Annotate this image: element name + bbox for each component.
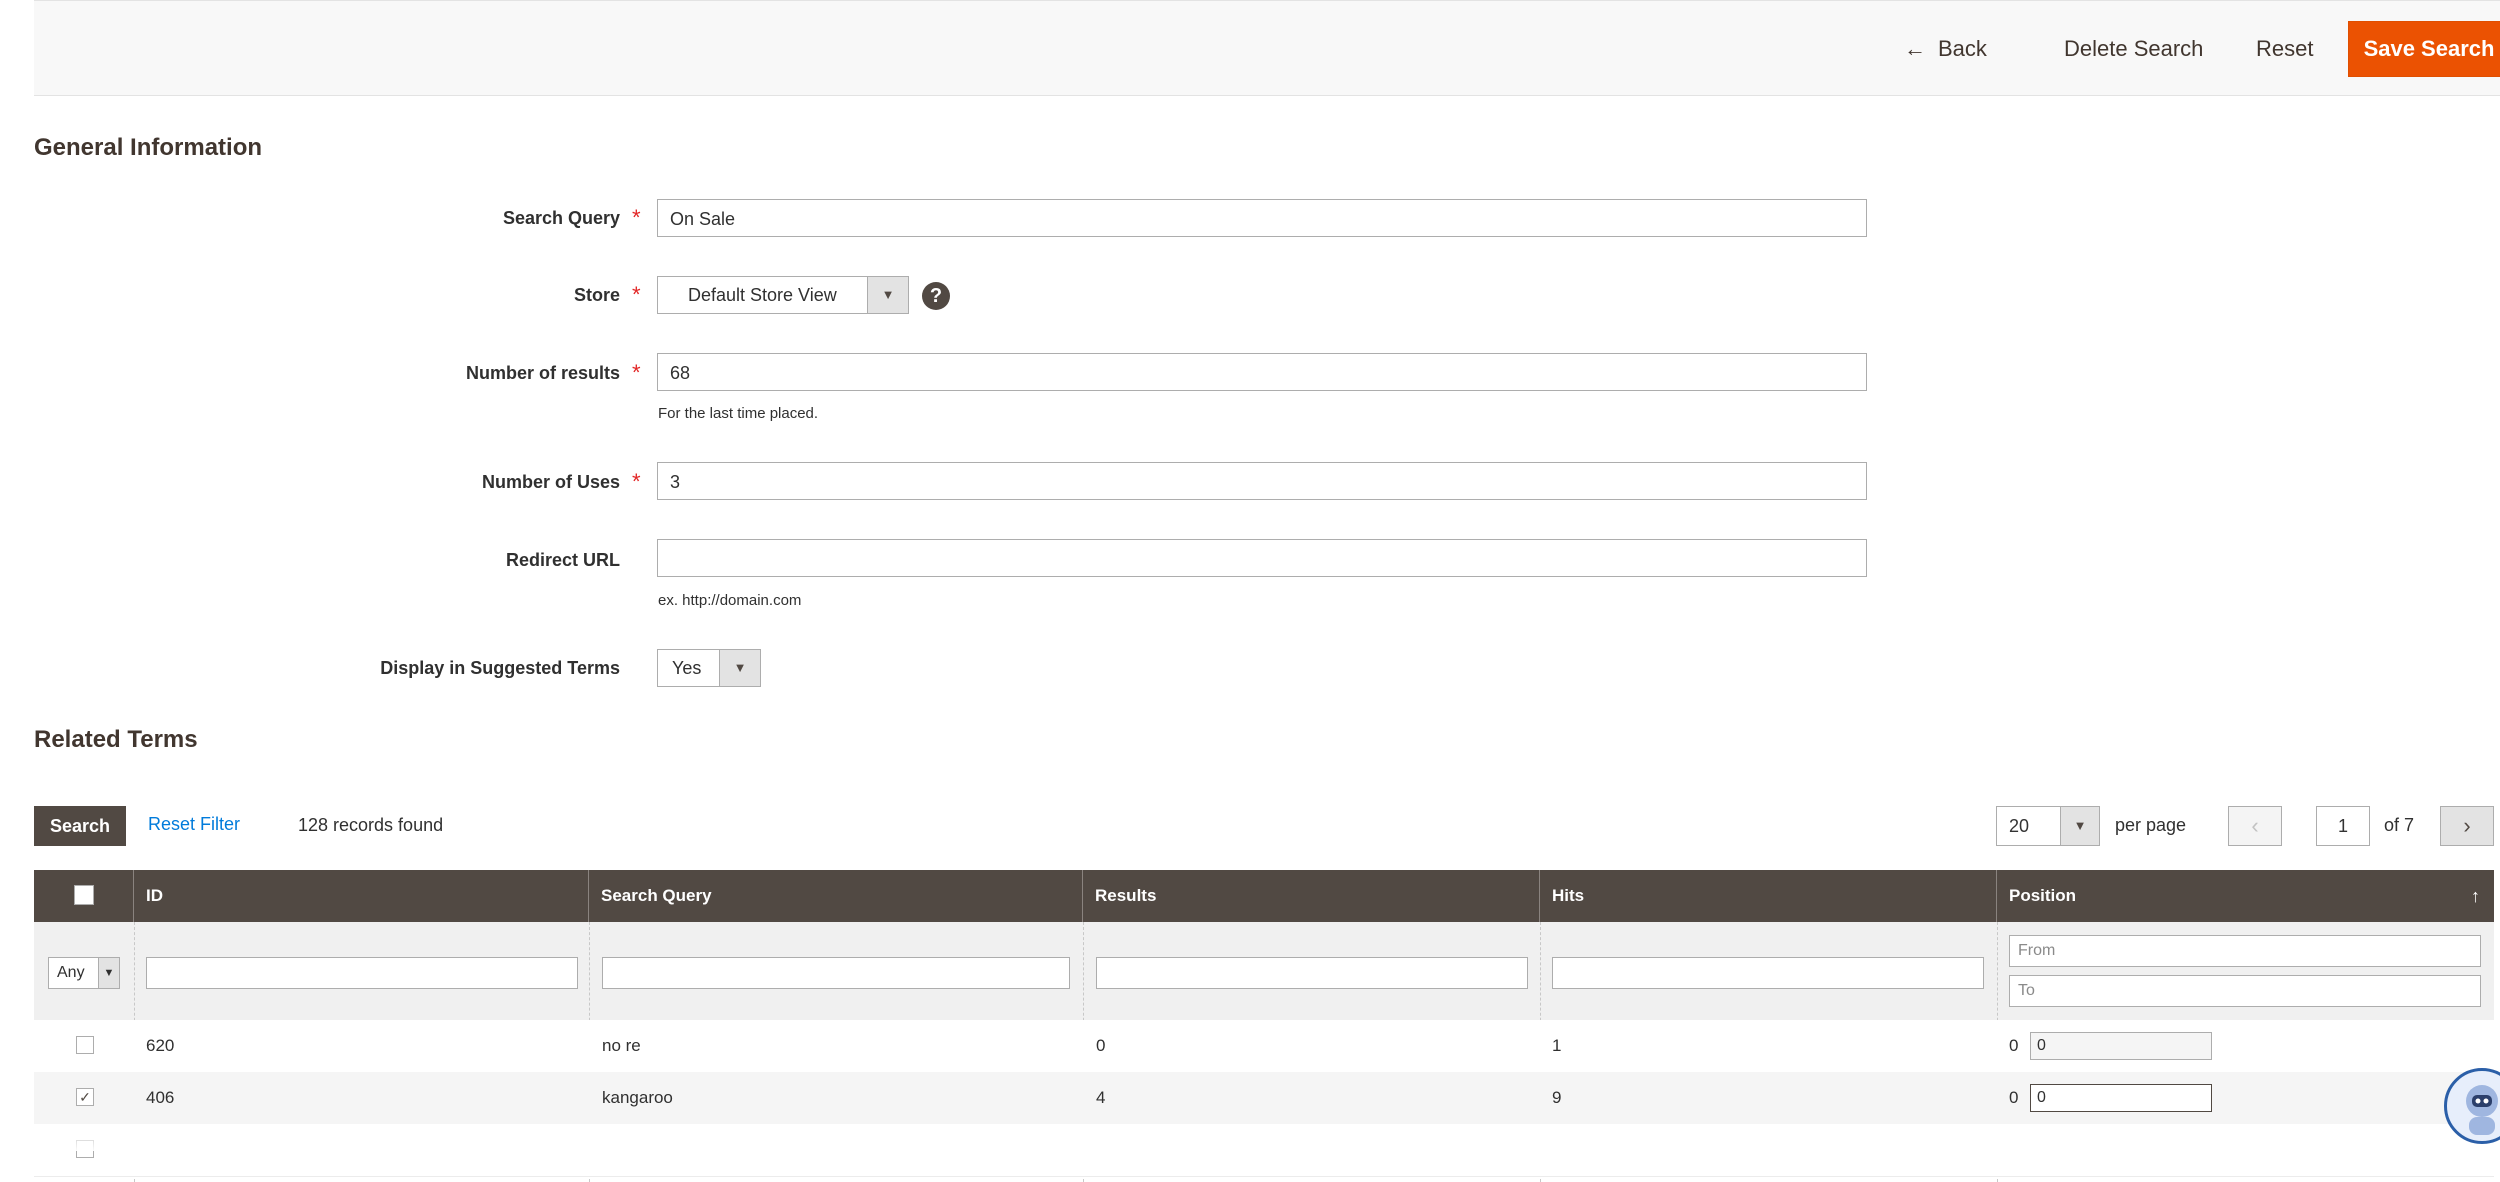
row-results: 0 bbox=[1096, 1036, 1106, 1055]
required-marker: * bbox=[632, 205, 641, 230]
position-to-input[interactable]: To bbox=[2009, 975, 2481, 1007]
column-header-hits[interactable]: Hits bbox=[1540, 870, 1997, 922]
store-select[interactable]: Default Store View ▼ bbox=[657, 276, 909, 314]
number-of-results-note: For the last time placed. bbox=[658, 405, 819, 422]
save-search-button[interactable]: Save Search bbox=[2348, 21, 2500, 77]
number-of-uses-label: Number of Uses bbox=[481, 472, 620, 492]
required-marker: * bbox=[632, 360, 641, 385]
records-found: 128 records found bbox=[298, 815, 444, 835]
help-icon[interactable]: ? bbox=[922, 282, 950, 310]
required-marker: * bbox=[632, 282, 641, 307]
redirect-url-input[interactable] bbox=[657, 539, 1867, 577]
number-of-uses-input[interactable]: 3 bbox=[657, 462, 1867, 500]
chevron-left-icon: ‹ bbox=[2251, 813, 2259, 838]
related-terms-title: Related Terms bbox=[34, 726, 198, 753]
search-query-label: Search Query bbox=[502, 208, 620, 228]
next-page-button[interactable]: › bbox=[2440, 806, 2494, 846]
results-filter-input[interactable] bbox=[1096, 957, 1528, 989]
table-row[interactable]: 620 no re 0 1 0 0 bbox=[34, 1020, 2494, 1073]
number-of-results-input[interactable]: 68 bbox=[657, 353, 1867, 391]
chevron-down-icon: ▼ bbox=[98, 958, 119, 988]
grid-filter-row: Any ▼ From To bbox=[34, 922, 2494, 1021]
per-page-label: per page bbox=[2115, 815, 2187, 835]
related-terms-grid: ID Search Query Results Hits Position ↑ … bbox=[34, 870, 2494, 1182]
select-all-cell bbox=[34, 870, 134, 922]
store-label: Store bbox=[573, 285, 620, 305]
row-hits: 9 bbox=[1552, 1088, 1562, 1107]
chevron-right-icon: › bbox=[2463, 813, 2471, 838]
hits-filter-input[interactable] bbox=[1552, 957, 1984, 989]
chevron-down-icon: ▼ bbox=[719, 650, 760, 686]
per-page-select[interactable]: 20 ▼ bbox=[1996, 806, 2100, 846]
column-header-position[interactable]: Position ↑ bbox=[1997, 870, 2494, 922]
row-checkbox[interactable]: ✓ bbox=[76, 1088, 94, 1106]
required-marker: * bbox=[632, 469, 641, 494]
table-row[interactable]: ✓ 406 kangaroo 4 9 0 0 bbox=[34, 1072, 2494, 1125]
row-id: 620 bbox=[146, 1036, 175, 1055]
previous-page-button[interactable]: ‹ bbox=[2228, 806, 2282, 846]
display-suggested-select[interactable]: Yes ▼ bbox=[657, 649, 761, 687]
number-of-results-label: Number of results bbox=[465, 363, 620, 383]
row-position-input[interactable]: 0 bbox=[2030, 1032, 2212, 1060]
row-results: 4 bbox=[1096, 1088, 1106, 1107]
scroll-fade bbox=[0, 1128, 2500, 1151]
search-query-filter-input[interactable] bbox=[602, 957, 1070, 989]
redirect-url-note: ex. http://domain.com bbox=[658, 592, 802, 609]
row-position-input[interactable]: 0 bbox=[2030, 1084, 2212, 1112]
general-information-title: General Information bbox=[34, 134, 263, 161]
select-all-checkbox[interactable] bbox=[74, 885, 94, 905]
chevron-down-icon: ▼ bbox=[2060, 807, 2099, 845]
row-search-query: kangaroo bbox=[602, 1088, 673, 1107]
row-position-text: 0 bbox=[2009, 1088, 2019, 1107]
column-header-results[interactable]: Results bbox=[1083, 870, 1540, 922]
total-pages-label: of 7 bbox=[2384, 815, 2415, 835]
row-position-text: 0 bbox=[2009, 1036, 2019, 1055]
row-id: 406 bbox=[146, 1088, 175, 1107]
in-selection-filter[interactable]: Any ▼ bbox=[48, 957, 120, 989]
search-query-input[interactable]: On Sale bbox=[657, 199, 1867, 237]
grid-header-row: ID Search Query Results Hits Position ↑ bbox=[34, 870, 2494, 922]
reset-filter-link[interactable]: Reset Filter bbox=[148, 814, 240, 835]
position-from-input[interactable]: From bbox=[2009, 935, 2481, 967]
column-header-search-query[interactable]: Search Query bbox=[589, 870, 1083, 922]
page-actions-bar: ← Back Delete Search Reset Save Search bbox=[34, 0, 2500, 96]
row-checkbox[interactable] bbox=[76, 1036, 94, 1054]
display-suggested-label: Display in Suggested Terms bbox=[380, 658, 620, 678]
redirect-url-label: Redirect URL bbox=[505, 550, 620, 570]
row-hits: 1 bbox=[1552, 1036, 1562, 1055]
search-button[interactable]: Search bbox=[34, 806, 126, 846]
arrow-left-icon: ← bbox=[1904, 36, 1926, 61]
sort-arrow-icon: ↑ bbox=[2471, 886, 2480, 906]
checkmark-icon: ✓ bbox=[79, 1089, 91, 1105]
id-filter-input[interactable] bbox=[146, 957, 578, 989]
chevron-down-icon: ▼ bbox=[867, 277, 908, 313]
reset-button[interactable]: Reset bbox=[2238, 23, 2331, 75]
column-header-id[interactable]: ID bbox=[134, 870, 589, 922]
delete-search-button[interactable]: Delete Search bbox=[2046, 23, 2221, 75]
row-search-query: no re bbox=[602, 1036, 641, 1055]
current-page-input[interactable]: 1 bbox=[2316, 806, 2370, 846]
back-button[interactable]: ← Back bbox=[1886, 23, 2005, 75]
